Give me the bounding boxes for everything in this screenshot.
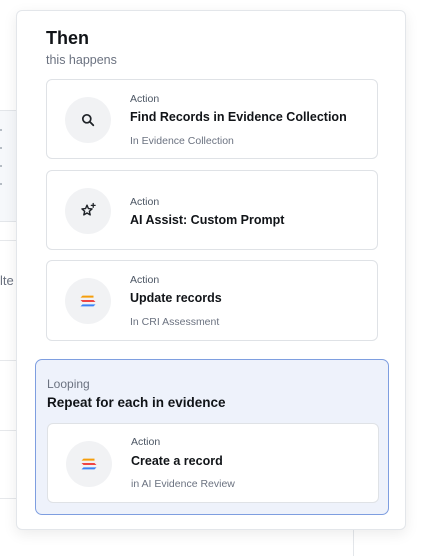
action-subtitle: in AI Evidence Review bbox=[131, 478, 235, 490]
background-partial-label: lte bbox=[0, 273, 14, 288]
background-divider bbox=[353, 530, 354, 556]
action-card-find-records[interactable]: Action Find Records in Evidence Collecti… bbox=[46, 79, 378, 159]
loop-label: Looping bbox=[47, 377, 90, 391]
action-title: AI Assist: Custom Prompt bbox=[130, 213, 285, 227]
then-actions-panel: Then this happens Action Find Records in… bbox=[16, 10, 406, 530]
panel-title: Then bbox=[46, 28, 89, 48]
stacked-layers-logo-icon bbox=[66, 441, 112, 487]
action-kind-label: Action bbox=[130, 274, 160, 286]
loop-group[interactable]: Looping Repeat for each in evidence Acti… bbox=[35, 359, 389, 515]
action-subtitle: In Evidence Collection bbox=[130, 135, 234, 147]
action-kind-label: Action bbox=[130, 93, 160, 105]
background-dot bbox=[0, 165, 2, 167]
action-card-create-record[interactable]: Action Create a record in AI Evidence Re… bbox=[47, 423, 379, 503]
action-kind-label: Action bbox=[131, 436, 161, 448]
stacked-layers-logo-icon bbox=[65, 278, 111, 324]
search-icon bbox=[65, 97, 111, 143]
action-kind-label: Action bbox=[130, 196, 160, 208]
background-dot bbox=[0, 183, 2, 185]
action-card-update-records[interactable]: Action Update records In CRI Assessment bbox=[46, 260, 378, 341]
action-title: Update records bbox=[130, 291, 222, 305]
action-card-ai-assist[interactable]: Action AI Assist: Custom Prompt bbox=[46, 170, 378, 250]
action-title: Create a record bbox=[131, 454, 223, 468]
action-subtitle: In CRI Assessment bbox=[130, 316, 220, 328]
loop-title: Repeat for each in evidence bbox=[47, 395, 226, 410]
action-title: Find Records in Evidence Collection bbox=[130, 110, 347, 124]
sparkle-star-icon bbox=[65, 188, 111, 234]
background-dot bbox=[0, 129, 2, 131]
background-dot bbox=[0, 147, 2, 149]
app-canvas: lte Then this happens Action Find Record… bbox=[0, 0, 432, 556]
panel-subtitle: this happens bbox=[46, 53, 117, 67]
